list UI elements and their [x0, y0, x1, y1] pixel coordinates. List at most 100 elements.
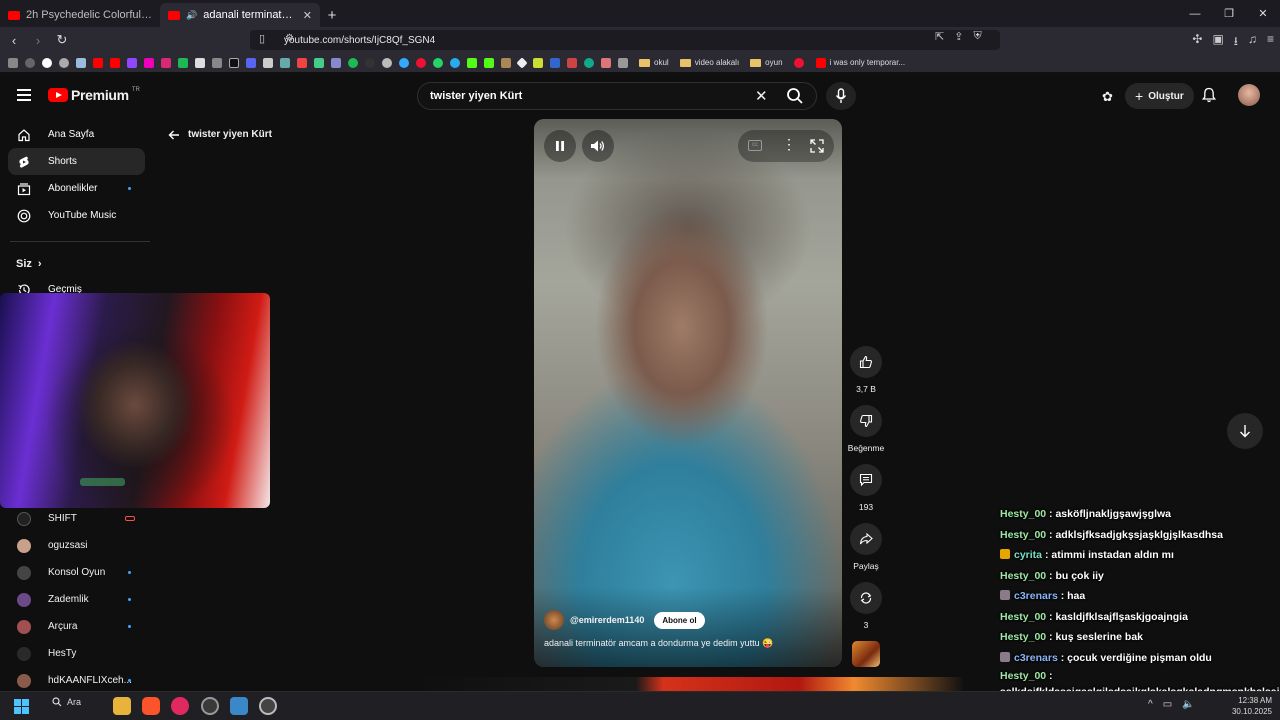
- sidebar-item-youtube-music[interactable]: YouTube Music: [0, 202, 155, 229]
- subscription-item[interactable]: Arçura: [0, 613, 155, 640]
- youtube-icon[interactable]: [93, 57, 103, 68]
- bookmark-icon[interactable]: [331, 57, 341, 68]
- bookmark-icon[interactable]: [533, 57, 543, 68]
- back-to-search[interactable]: twister yiyen Kürt: [168, 129, 272, 140]
- bookmark-icon[interactable]: [601, 57, 611, 68]
- clear-search-icon[interactable]: ✕: [755, 87, 768, 105]
- subscription-item[interactable]: SHIFT: [0, 505, 155, 532]
- bookmark-link[interactable]: i was only temporar...: [793, 57, 905, 68]
- short-video-player[interactable]: cc ⋮ @emirerdem1140 Abone ol adanali ter…: [534, 119, 842, 667]
- fullscreen-icon[interactable]: [810, 139, 824, 153]
- bookmark-icon[interactable]: [584, 57, 594, 68]
- extensions-icon[interactable]: ✣: [1192, 32, 1202, 53]
- like-button[interactable]: [850, 346, 882, 378]
- forward-button[interactable]: ›: [28, 33, 48, 48]
- whatsapp-icon[interactable]: [433, 57, 443, 68]
- bookmark-icon[interactable]: [550, 57, 560, 68]
- close-window-button[interactable]: ✕: [1246, 0, 1280, 27]
- menu-icon[interactable]: ≡: [1267, 32, 1274, 53]
- dislike-button[interactable]: [850, 405, 882, 437]
- bookmark-icon[interactable]: [516, 56, 528, 69]
- account-avatar[interactable]: [1238, 84, 1260, 106]
- bookmark-icon[interactable]: [399, 57, 409, 68]
- voice-search-button[interactable]: [826, 82, 856, 110]
- photos-icon[interactable]: [230, 697, 248, 715]
- bookmark-icon[interactable]: [416, 57, 426, 68]
- address-bar[interactable]: youtube.com/shorts/IjC8Qf_SGN4: [250, 30, 1000, 50]
- apps-icon[interactable]: [8, 57, 18, 68]
- google-icon[interactable]: [42, 57, 52, 68]
- spotify-icon[interactable]: [348, 57, 358, 68]
- bookmark-icon[interactable]: [365, 57, 375, 68]
- tab-close-icon[interactable]: ✕: [303, 9, 312, 22]
- bookmark-icon[interactable]: [618, 57, 628, 68]
- channel-handle[interactable]: @emirerdem1140: [570, 615, 644, 625]
- subscribe-button[interactable]: Abone ol: [654, 611, 705, 629]
- obs-icon[interactable]: [201, 697, 219, 715]
- share-icon[interactable]: ⇪: [954, 30, 963, 43]
- subscription-item[interactable]: Konsol Oyun: [0, 559, 155, 586]
- new-tab-button[interactable]: +: [320, 3, 344, 27]
- browser-tab[interactable]: 2h Psychedelic Colorful Neon Backgr: [0, 3, 160, 27]
- instagram-icon[interactable]: [161, 57, 171, 68]
- bookmark-icon[interactable]: [280, 57, 290, 68]
- youtube-logo[interactable]: Premium TR: [48, 87, 140, 103]
- comments-button[interactable]: [850, 464, 882, 496]
- discord-icon[interactable]: [246, 57, 256, 68]
- create-button[interactable]: + Oluştur: [1125, 83, 1194, 109]
- downloads-icon[interactable]: ⭳: [1234, 32, 1238, 53]
- bookmark-icon[interactable]: [297, 57, 307, 68]
- bookmark-folder[interactable]: video alakalı: [679, 58, 739, 67]
- chevron-up-icon[interactable]: ^: [1148, 699, 1153, 710]
- volume-icon[interactable]: 🔈: [1182, 699, 1194, 710]
- notifications-bell-icon[interactable]: [1202, 87, 1216, 103]
- remix-button[interactable]: [850, 582, 882, 614]
- subscription-item[interactable]: oguzsasi: [0, 532, 155, 559]
- bookmark-icon[interactable]: [382, 57, 392, 68]
- browser-tab-active[interactable]: 🔊 adanali terminatör amcam a d ✕: [160, 3, 320, 27]
- media-icon[interactable]: ♫: [1248, 32, 1257, 53]
- telegram-icon[interactable]: [450, 57, 460, 68]
- file-explorer-icon[interactable]: [113, 697, 131, 715]
- sidebar-item-home[interactable]: Ana Sayfa: [0, 121, 155, 148]
- network-icon[interactable]: ▭: [1163, 699, 1172, 710]
- bookmark-icon[interactable]: [212, 57, 222, 68]
- search-icon[interactable]: [786, 87, 804, 105]
- bookmark-icon[interactable]: [59, 57, 69, 68]
- premium-benefits-icon[interactable]: ✿: [1102, 89, 1113, 105]
- sidebar-item-subscriptions[interactable]: Abonelikler: [0, 175, 155, 202]
- windows-start-icon[interactable]: [14, 699, 29, 714]
- captions-icon[interactable]: cc: [748, 140, 762, 151]
- bookmark-icon[interactable]: [501, 57, 511, 68]
- more-options-icon[interactable]: ⋮: [782, 136, 796, 153]
- pause-button[interactable]: [544, 130, 576, 162]
- back-button[interactable]: ‹: [4, 33, 24, 48]
- kick-icon[interactable]: [484, 57, 494, 68]
- bookmark-folder[interactable]: okul: [639, 58, 669, 67]
- restore-button[interactable]: ❐: [1212, 0, 1246, 27]
- clock[interactable]: 12:38 AM 30.10.2025: [1232, 695, 1272, 717]
- reload-button[interactable]: ↻: [52, 32, 72, 48]
- bookmark-icon[interactable]: [178, 57, 188, 68]
- bookmark-icon[interactable]: [144, 57, 154, 68]
- sidebar-icon[interactable]: ▣: [1212, 32, 1223, 53]
- bookmark-icon[interactable]: [263, 57, 273, 68]
- kick-icon[interactable]: [467, 57, 477, 68]
- bookmark-icon[interactable]: [76, 57, 86, 68]
- sidebar-item-shorts[interactable]: Shorts: [8, 148, 145, 175]
- brave-browser-icon[interactable]: [142, 697, 160, 715]
- sidebar-you-header[interactable]: Siz ›: [0, 252, 155, 276]
- next-short-button[interactable]: [1227, 413, 1263, 449]
- bookmark-icon[interactable]: [314, 57, 324, 68]
- media-player-icon[interactable]: [171, 697, 189, 715]
- taskbar-search[interactable]: Ara: [52, 697, 81, 707]
- bookmark-folder[interactable]: oyun: [750, 58, 783, 67]
- twitch-icon[interactable]: [127, 57, 137, 68]
- bookmark-star-icon[interactable]: ▯: [259, 32, 265, 45]
- x-icon[interactable]: [195, 57, 205, 68]
- site-info-icon[interactable]: ⚙: [285, 33, 294, 44]
- open-external-icon[interactable]: ⇱: [935, 30, 944, 43]
- shield-icon[interactable]: ⛨: [973, 30, 981, 43]
- subscription-item[interactable]: hdKAANFLIXceh...: [0, 667, 155, 694]
- channel-avatar[interactable]: [544, 610, 564, 630]
